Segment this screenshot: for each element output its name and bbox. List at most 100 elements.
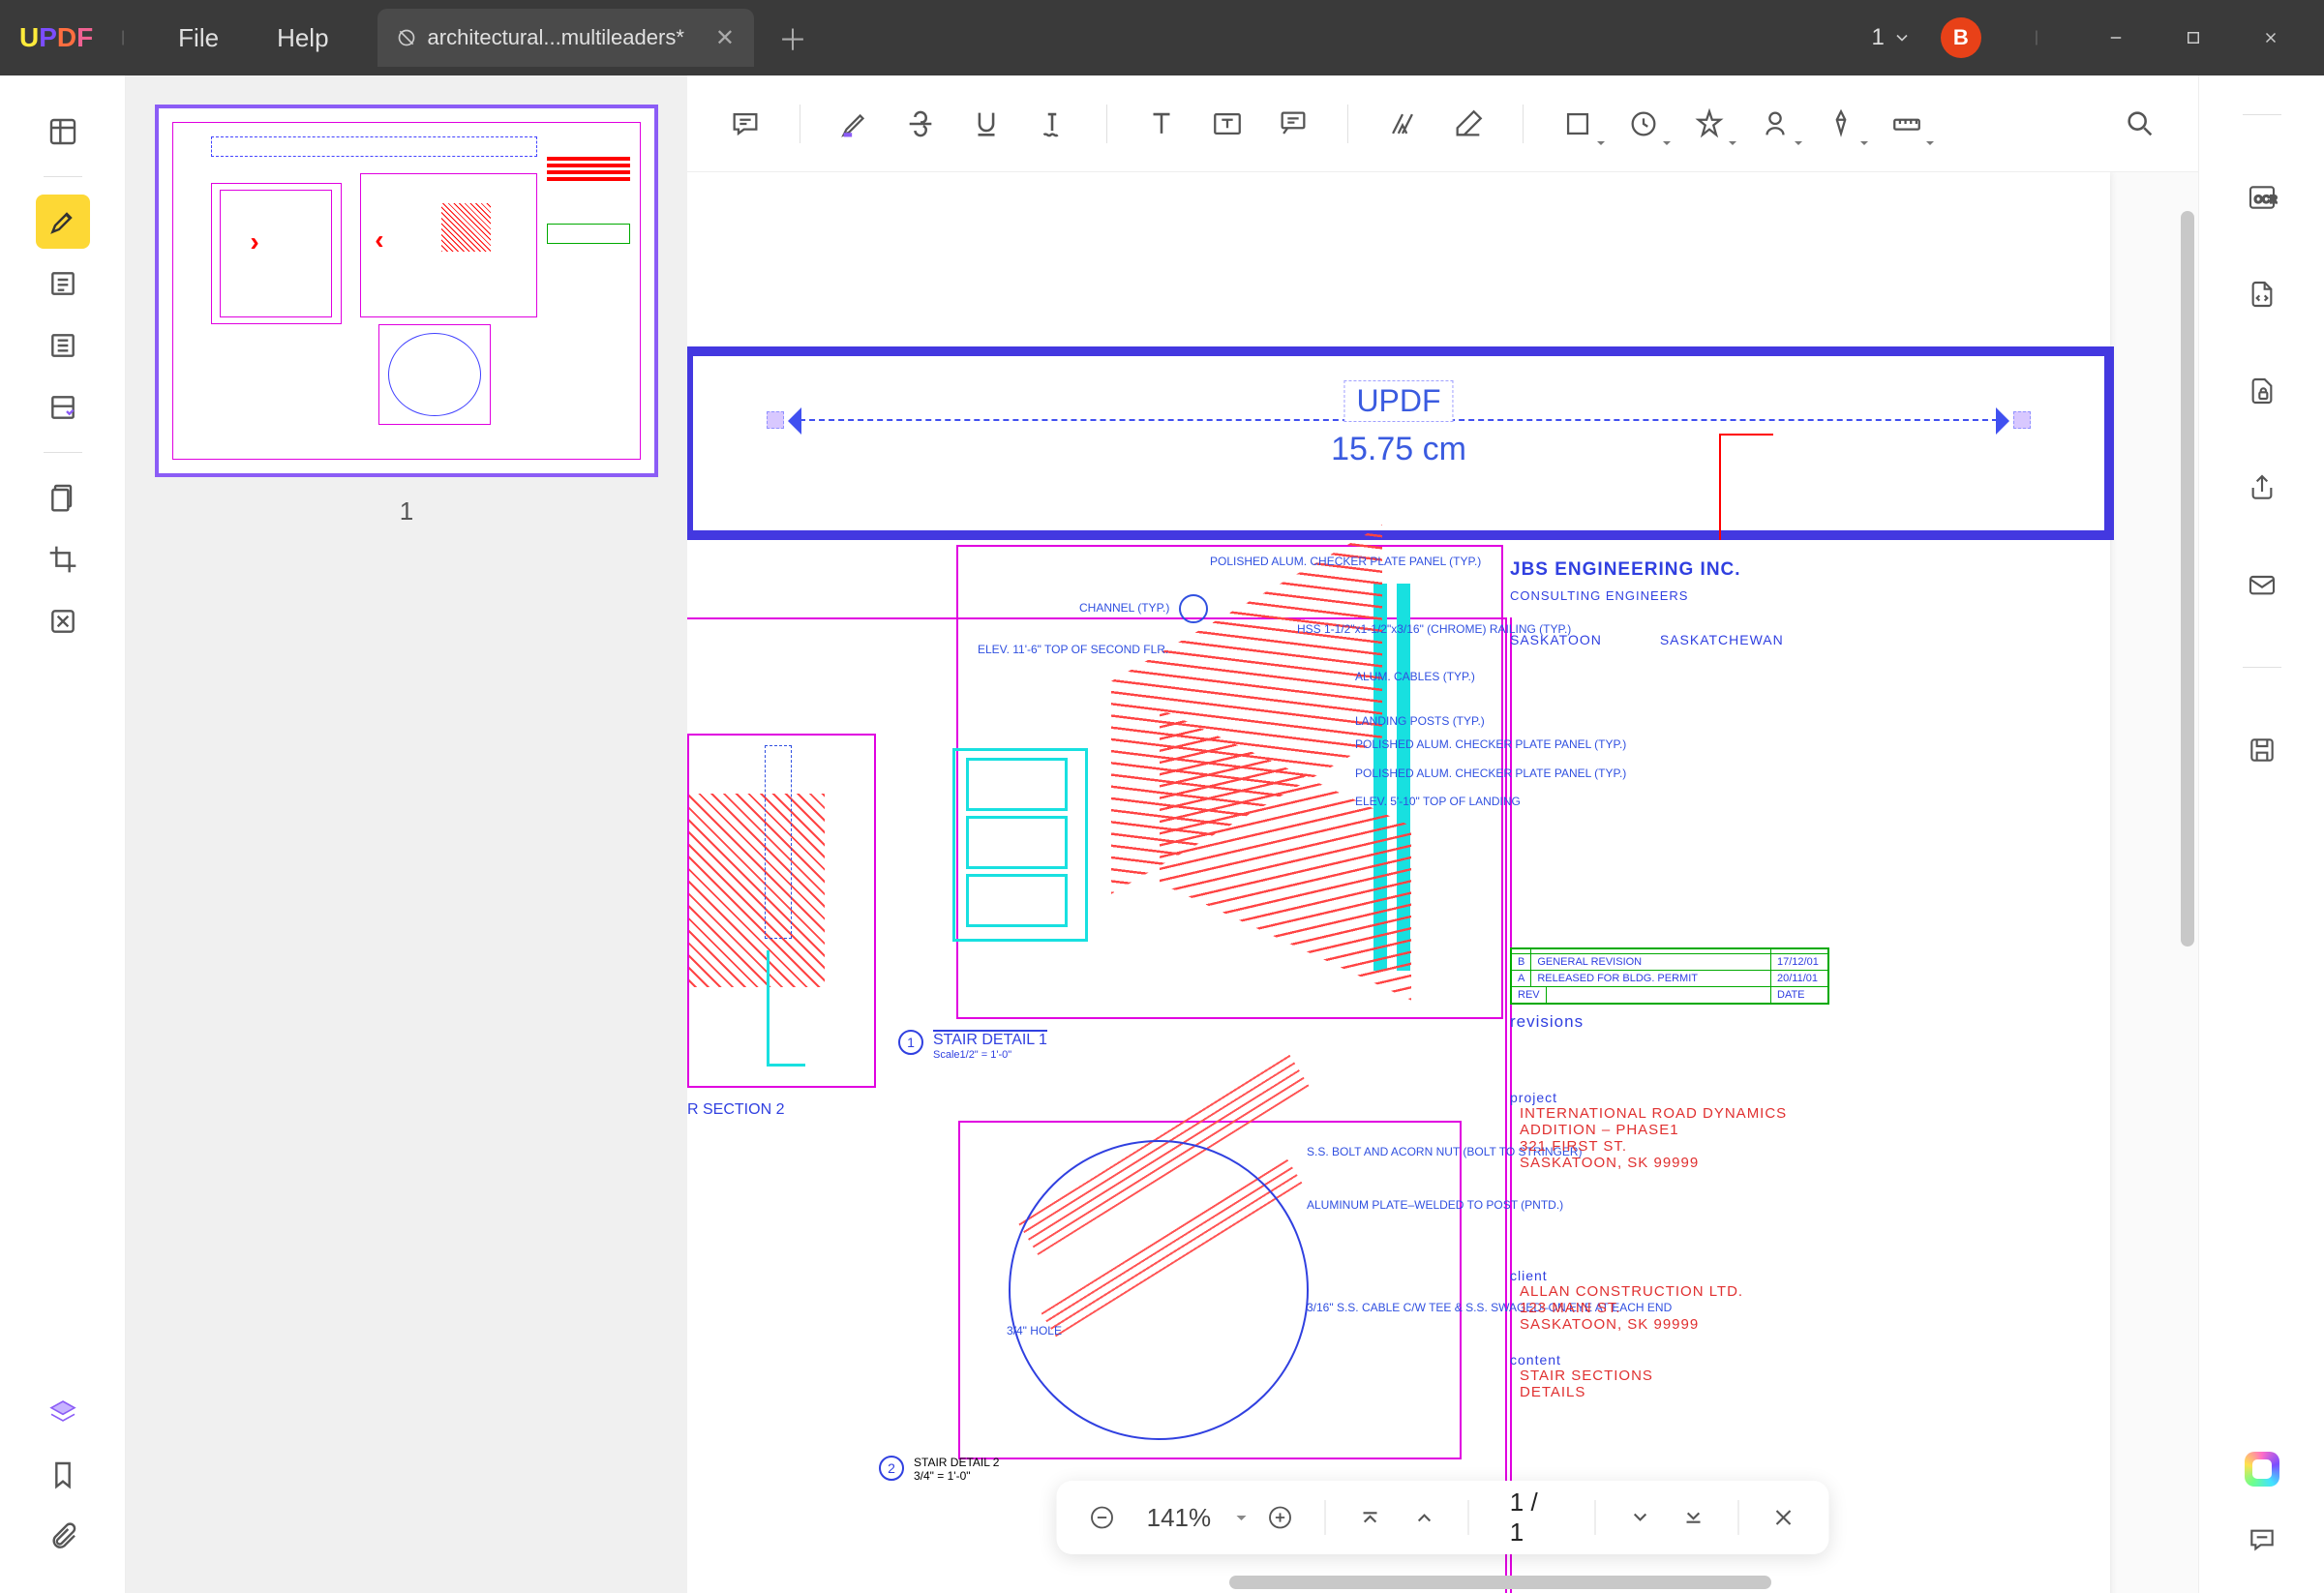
separator: | — [121, 29, 125, 46]
signature-tool[interactable] — [1746, 95, 1804, 153]
page-viewport[interactable]: UPDF 15.75 cm POL — [687, 172, 2198, 1593]
strikeout-tool[interactable] — [891, 95, 950, 153]
tab-count[interactable]: 1 — [1871, 24, 1911, 51]
pages-organize-button[interactable] — [36, 470, 90, 525]
pen-sign-tool[interactable] — [1812, 95, 1870, 153]
callout-text: CHANNEL (TYP.) — [1079, 594, 1208, 623]
detail-title: R SECTION 2 — [687, 1101, 784, 1119]
sticker-tool[interactable] — [1680, 95, 1738, 153]
bookmarks-button[interactable] — [36, 1448, 90, 1502]
crop-button[interactable] — [36, 532, 90, 586]
highlighter-tool[interactable] — [826, 95, 884, 153]
zoom-in-button[interactable] — [1261, 1496, 1300, 1539]
page-navigation-toolbar: 141% 1 / 1 — [1056, 1481, 1829, 1554]
minimize-button[interactable] — [2092, 20, 2140, 55]
title-bar: UPDF | File Help architectural...multile… — [0, 0, 2324, 75]
comments-panel-button[interactable] — [2238, 1516, 2286, 1564]
callout-text: ELEV. 5'-10" TOP OF LANDING — [1355, 795, 1521, 808]
menu-file[interactable]: File — [149, 23, 248, 53]
text-tool[interactable] — [1132, 95, 1191, 153]
attachments-button[interactable] — [36, 1510, 90, 1564]
app-logo: UPDF — [0, 22, 97, 53]
resize-handle-left[interactable] — [767, 411, 784, 429]
shapes-tool[interactable] — [1549, 95, 1607, 153]
ai-assistant-icon[interactable] — [2245, 1452, 2279, 1487]
measurement-label: UPDF — [1343, 380, 1453, 422]
callout-text: ELEV. 11'-6" TOP OF SECOND FLR. — [978, 643, 1168, 656]
close-toolbar-button[interactable] — [1764, 1496, 1802, 1539]
save-button[interactable] — [2238, 726, 2286, 774]
callout-text: 3/4" HOLE — [1007, 1324, 1062, 1338]
title-block: JBS ENGINEERING INC. CONSULTING ENGINEER… — [1510, 559, 1829, 1552]
measurement-value: 15.75 cm — [1331, 431, 1466, 468]
annotation-toolbar — [687, 75, 2198, 172]
measure-tool[interactable] — [1878, 95, 1936, 153]
user-avatar[interactable]: B — [1941, 17, 1981, 58]
next-page-button[interactable] — [1620, 1496, 1659, 1539]
callout-text: LANDING POSTS (TYP.) — [1355, 714, 1485, 728]
textbox-tool[interactable] — [1198, 95, 1256, 153]
vertical-scrollbar[interactable] — [2177, 172, 2198, 1564]
last-page-button[interactable] — [1675, 1496, 1713, 1539]
search-button[interactable] — [2111, 95, 2169, 153]
stamp-tool[interactable] — [1615, 95, 1673, 153]
divider — [44, 452, 82, 453]
edit-text-button[interactable] — [36, 318, 90, 373]
underline-tool[interactable] — [957, 95, 1015, 153]
page-indicator[interactable]: 1 / 1 — [1510, 1488, 1554, 1548]
eraser-tool[interactable] — [1439, 95, 1497, 153]
prev-page-button[interactable] — [1404, 1496, 1443, 1539]
thumbnails-panel-button[interactable] — [36, 105, 90, 159]
left-sidebar — [0, 75, 126, 1593]
stair-detail-2 — [958, 1121, 1462, 1459]
drawing-element — [1719, 434, 1773, 540]
thumbnail-preview: › ‹ — [172, 122, 641, 460]
squiggly-tool[interactable] — [1023, 95, 1081, 153]
stair-detail-1 — [956, 545, 1503, 1019]
pdf-page: UPDF 15.75 cm POL — [687, 172, 2110, 1593]
layers-button[interactable] — [36, 1386, 90, 1440]
zoom-out-button[interactable] — [1083, 1496, 1122, 1539]
tab-label: architectural...multileaders* — [428, 25, 684, 50]
measurement-annotation[interactable]: UPDF 15.75 cm — [687, 346, 2114, 540]
convert-button[interactable] — [2238, 270, 2286, 318]
redact-button[interactable] — [36, 594, 90, 648]
forms-button[interactable] — [36, 380, 90, 435]
menu-help[interactable]: Help — [248, 23, 357, 53]
detail-title: 1 STAIR DETAIL 1 Scale1/2" = 1'-0" — [898, 1030, 1047, 1061]
revisions-table: BGENERAL REVISION17/12/01 ARELEASED FOR … — [1510, 947, 1829, 1005]
highlight-tool-button[interactable] — [36, 195, 90, 249]
maximize-button[interactable] — [2169, 20, 2218, 55]
ocr-button[interactable]: OCR — [2238, 173, 2286, 222]
share-button[interactable] — [2238, 464, 2286, 512]
divider — [2243, 114, 2281, 115]
drawing-border — [1505, 617, 1507, 1593]
pencil-tool[interactable] — [1373, 95, 1432, 153]
dimension-line: UPDF 15.75 cm — [790, 419, 2007, 421]
detail-title: 2 STAIR DETAIL 2 3/4" = 1'-0" — [879, 1456, 999, 1483]
callout-text: POLISHED ALUM. CHECKER PLATE PANEL (TYP.… — [1210, 555, 1481, 568]
document-tab[interactable]: architectural...multileaders* ✕ — [377, 9, 754, 67]
thumbnail-page-number: 1 — [155, 496, 658, 526]
protect-button[interactable] — [2238, 367, 2286, 415]
close-tab-icon[interactable]: ✕ — [715, 24, 735, 52]
read-mode-button[interactable] — [36, 256, 90, 311]
callout-text: ALUM. CABLES (TYP.) — [1355, 670, 1475, 683]
new-tab-button[interactable]: ＋ — [778, 16, 807, 59]
close-window-button[interactable] — [2247, 20, 2295, 55]
document-icon — [397, 28, 416, 47]
divider — [2243, 667, 2281, 668]
first-page-button[interactable] — [1351, 1496, 1390, 1539]
resize-handle-right[interactable] — [2013, 411, 2031, 429]
main-area: UPDF 15.75 cm POL — [687, 75, 2198, 1593]
page-thumbnail[interactable]: › ‹ — [155, 105, 658, 477]
email-button[interactable] — [2238, 560, 2286, 609]
zoom-dropdown[interactable] — [1236, 1516, 1246, 1525]
comment-tool[interactable] — [716, 95, 774, 153]
horizontal-scrollbar[interactable] — [687, 1572, 2177, 1593]
separator: | — [2035, 29, 2038, 46]
section-2 — [687, 734, 876, 1088]
zoom-value: 141% — [1147, 1503, 1212, 1533]
chevron-down-icon — [1892, 28, 1912, 47]
callout-tool[interactable] — [1264, 95, 1322, 153]
